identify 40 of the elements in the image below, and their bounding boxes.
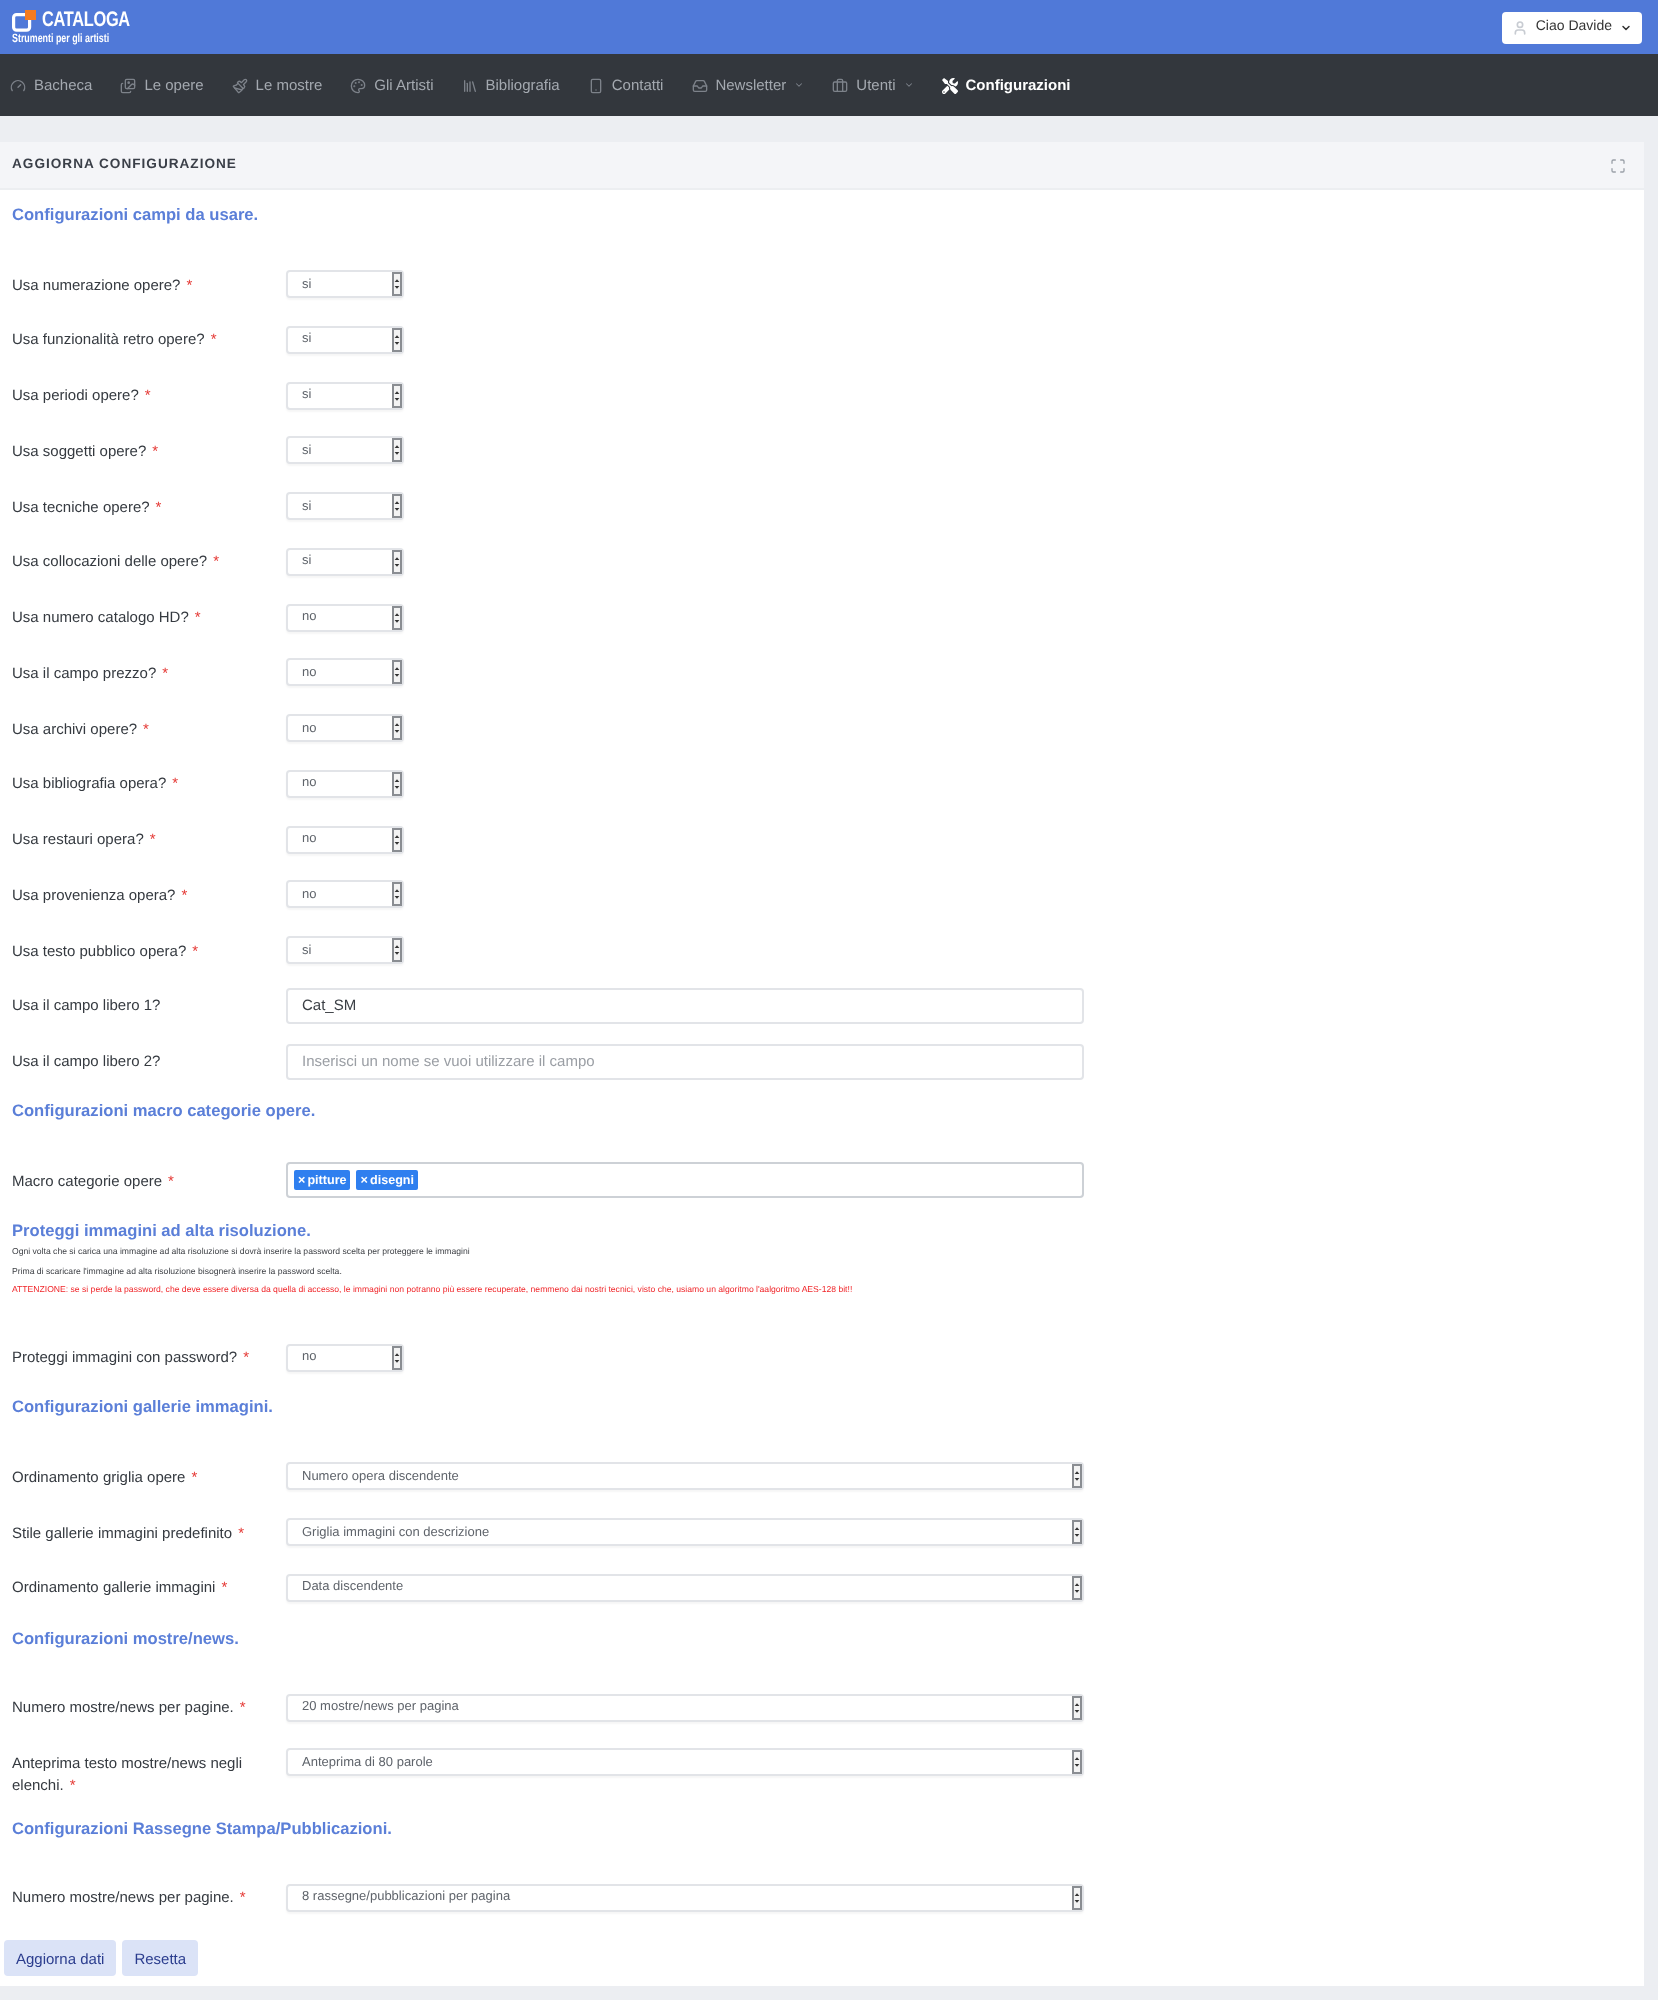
gauge-icon (10, 77, 26, 93)
select-arrows-icon (1072, 1695, 1082, 1719)
select-arrows-icon (392, 882, 402, 907)
logo-title: CATALOGA (42, 10, 130, 30)
select-arrows-icon (392, 716, 402, 740)
section-heading: Configurazioni macro categorie opere. (12, 1098, 316, 1123)
briefcase-icon (832, 77, 849, 93)
images-icon (120, 77, 137, 93)
brush-icon (231, 77, 248, 93)
inbox-icon (691, 77, 708, 93)
select-arrows-icon (1072, 1464, 1082, 1489)
section-heading: Configurazioni gallerie immagini. (12, 1394, 273, 1419)
select-arrows-icon (392, 383, 402, 407)
palette-icon (350, 77, 367, 93)
logo-icon (12, 9, 36, 31)
select-arrows-icon (392, 827, 402, 851)
books-icon (461, 77, 478, 93)
select-arrows-icon (392, 605, 402, 629)
tools-icon (941, 77, 958, 93)
select-arrows-icon (1072, 1575, 1082, 1600)
section-heading: Configurazioni mostre/news. (12, 1625, 239, 1649)
caret-icon (1620, 21, 1632, 33)
section-heading: Configurazioni Rassegne Stampa/Pubblicazioni. (12, 1815, 392, 1839)
select-arrows-icon (1072, 1750, 1082, 1775)
section-heading: Proteggi immagini ad alta risoluzione. (12, 1218, 311, 1242)
select-arrows-icon (392, 549, 402, 574)
select-arrows-icon (392, 438, 402, 463)
fullscreen-icon[interactable] (1610, 157, 1626, 173)
smartphone-icon (587, 77, 604, 93)
select-arrows-icon (1072, 1520, 1082, 1544)
select-arrows-icon (392, 327, 402, 352)
select-arrows-icon (392, 272, 402, 296)
select-arrows-icon (392, 1345, 402, 1369)
user-icon (1511, 19, 1528, 35)
select-arrows-icon (1072, 1885, 1082, 1909)
select-arrows-icon (392, 771, 402, 796)
section-heading: Configurazioni campi da usare. (12, 202, 259, 226)
select-arrows-icon (392, 660, 402, 685)
select-arrows-icon (392, 494, 402, 518)
select-arrows-icon (392, 938, 402, 962)
